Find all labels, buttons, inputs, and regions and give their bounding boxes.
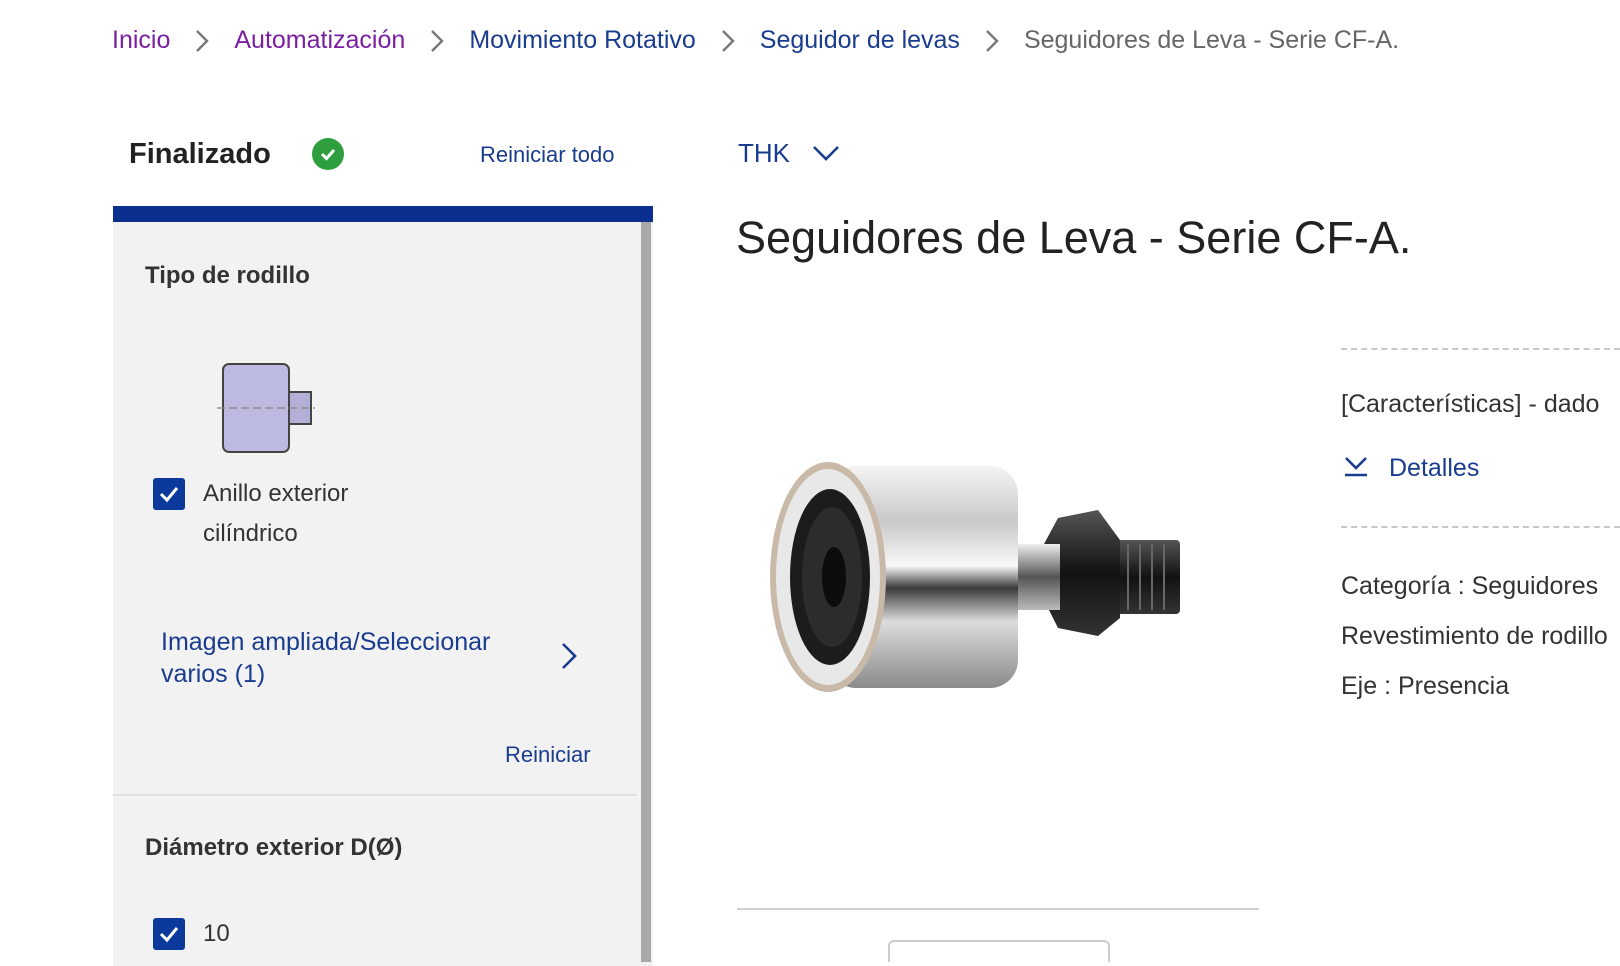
breadcrumb-rotary-motion[interactable]: Movimiento Rotativo — [469, 26, 695, 55]
breadcrumb-automation[interactable]: Automatización — [234, 26, 405, 55]
chevron-right-icon — [425, 29, 449, 53]
chevron-right-icon — [980, 29, 1004, 53]
product-title: Seguidores de Leva - Serie CF-A. — [736, 212, 1412, 263]
enlarge-select-count: varios (1) — [161, 660, 266, 688]
diameter-10-label: 10 — [203, 920, 230, 947]
outer-diameter-title: Diámetro exterior D(Ø) — [145, 834, 403, 861]
filter-sidebar: Tipo de rodillo Anillo exterior cilíndri… — [113, 206, 653, 966]
outer-ring-label: Anillo exterior — [203, 480, 349, 507]
download-arrow-icon — [1343, 452, 1369, 485]
breadcrumb-home[interactable]: Inicio — [112, 26, 170, 55]
breadcrumb-current: Seguidores de Leva - Serie CF-A. — [1023, 26, 1400, 54]
chevron-right-icon — [716, 29, 740, 53]
reset-roller-type-button[interactable]: Reiniciar — [505, 742, 591, 768]
chevron-right-icon — [190, 29, 214, 53]
info-divider — [1341, 348, 1620, 350]
breadcrumb-cam-followers[interactable]: Seguidor de levas — [760, 26, 960, 55]
spec-coating: Revestimiento de rodillo — [1341, 622, 1608, 650]
outer-ring-label-cont: cilíndrico — [203, 520, 298, 547]
spec-category: Categoría : Seguidores — [1341, 572, 1599, 600]
reset-all-button[interactable]: Reiniciar todo — [480, 142, 615, 168]
checkbox-check-icon — [159, 927, 179, 943]
spec-axis: Eje : Presencia — [1341, 672, 1510, 700]
chevron-down-icon — [812, 138, 840, 169]
features-text: [Características] - dado — [1341, 390, 1600, 418]
breadcrumb: Inicio Automatización Movimiento Rotativ… — [112, 26, 1399, 55]
outer-ring-checkbox[interactable] — [153, 478, 185, 510]
roller-type-title: Tipo de rodillo — [145, 262, 310, 289]
checkbox-check-icon — [159, 487, 179, 503]
info-divider — [1341, 526, 1620, 528]
roller-type-image[interactable] — [217, 356, 317, 456]
brand-dropdown[interactable]: THK — [738, 138, 840, 169]
sidebar-scrollbar[interactable] — [641, 222, 651, 962]
product-image[interactable] — [768, 440, 1238, 760]
content-divider — [737, 908, 1259, 910]
enlarge-select-label: Imagen ampliada/Seleccionar — [161, 628, 491, 656]
details-toggle[interactable]: Detalles — [1343, 452, 1479, 485]
details-label: Detalles — [1389, 454, 1480, 482]
check-circle-icon — [312, 138, 344, 170]
section-divider — [113, 794, 637, 796]
tab-box[interactable] — [888, 940, 1110, 962]
filter-header: Finalizado Reiniciar todo — [112, 130, 652, 200]
brand-label: THK — [738, 138, 790, 168]
diameter-10-checkbox[interactable] — [153, 918, 185, 950]
filter-status: Finalizado — [129, 138, 271, 170]
enlarge-select-link[interactable]: Imagen ampliada/Seleccionar varios (1) — [161, 626, 541, 690]
chevron-right-icon[interactable] — [561, 642, 577, 675]
